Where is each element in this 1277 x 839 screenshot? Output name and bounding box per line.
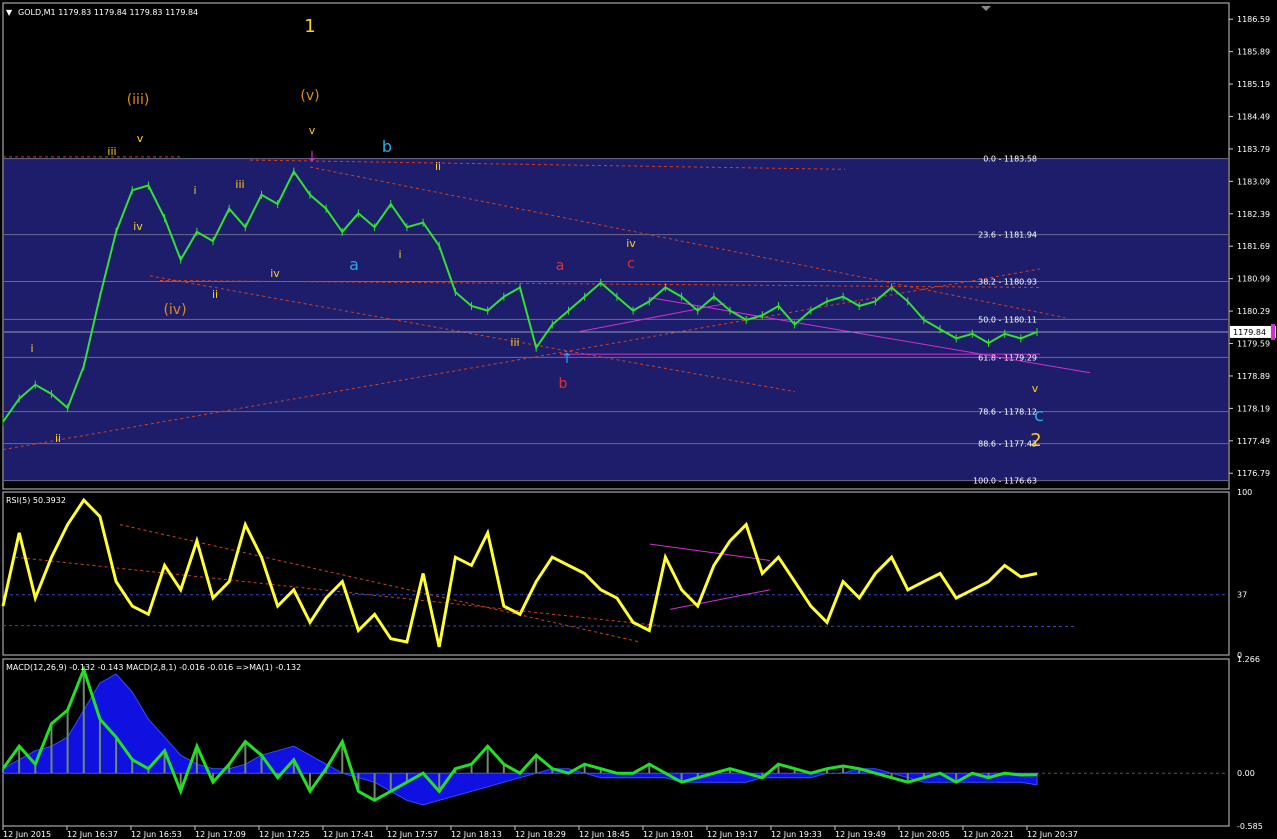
wave-label: c <box>1034 405 1044 426</box>
price-axis-label: 1184.49 <box>1237 113 1270 122</box>
time-axis-label: 12 Jun 19:33 <box>771 830 822 839</box>
wave-label: b <box>382 137 392 156</box>
price-axis-label: 1185.19 <box>1237 80 1270 89</box>
time-axis-label: 12 Jun 19:49 <box>835 830 886 839</box>
rsi-axis-label: 37 <box>1237 591 1247 600</box>
price-axis-label: 1179.59 <box>1237 340 1270 349</box>
time-axis-label: 12 Jun 17:09 <box>195 830 246 839</box>
wave-label: iii <box>107 145 116 158</box>
time-axis-label: 12 Jun 19:01 <box>643 830 694 839</box>
time-axis-label: 12 Jun 20:21 <box>963 830 1014 839</box>
time-axis-label: 12 Jun 19:17 <box>707 830 758 839</box>
symbol-label: GOLD,M1 1179.83 1179.84 1179.83 1179.84 <box>18 8 198 17</box>
rsi-axis-label: 100 <box>1237 488 1252 497</box>
wave-label: i <box>193 184 196 197</box>
time-axis-label: 12 Jun 16:37 <box>67 830 118 839</box>
wave-label: iv <box>133 220 143 233</box>
wave-label: ii <box>55 432 61 445</box>
rsi-label: RSI(5) 50.3932 <box>6 496 66 505</box>
wave-label: i <box>30 342 33 355</box>
wave-label: ii <box>435 160 441 173</box>
price-axis-label: 1186.59 <box>1237 15 1270 24</box>
wave-label: iv <box>626 237 636 250</box>
price-axis-label: 1183.79 <box>1237 145 1270 154</box>
macd-axis-label: 1.266 <box>1237 655 1260 664</box>
price-axis-label: 1185.89 <box>1237 48 1270 57</box>
price-axis-label: 1180.29 <box>1237 307 1270 316</box>
high-arrow-icon: ↓ <box>306 149 318 165</box>
price-axis-label: 1181.69 <box>1237 242 1270 251</box>
fib-level-label: 100.0 - 1176.63 <box>973 477 1037 486</box>
time-axis-label: 12 Jun 17:25 <box>259 830 310 839</box>
wave-label: 2 <box>1030 430 1041 451</box>
wave-label: iii <box>510 336 519 349</box>
price-axis-label: 1183.09 <box>1237 177 1270 186</box>
wave-label: ii <box>212 288 218 301</box>
wave-label: a <box>349 255 359 274</box>
time-axis-label: 12 Jun 16:53 <box>131 830 182 839</box>
wave-label: (v) <box>300 88 319 104</box>
price-axis-label: 1180.99 <box>1237 275 1270 284</box>
price-axis-label: 1178.89 <box>1237 372 1270 381</box>
price-axis-label: 1182.39 <box>1237 210 1270 219</box>
wave-label: (iii) <box>127 92 150 108</box>
macd-axis-label: 0.00 <box>1237 769 1255 778</box>
time-axis-label: 12 Jun 18:13 <box>451 830 502 839</box>
chart-canvas[interactable]: 0.0 - 1183.58 23.6 - 1181.94 38.2 - 1180.9… <box>0 0 1277 839</box>
wave-label: v <box>1032 382 1039 395</box>
wave-label: c <box>627 256 635 272</box>
fib-level-label: 50.0 - 1180.11 <box>978 315 1037 324</box>
current-price-marker <box>1271 323 1275 340</box>
wave-label: b <box>559 376 568 392</box>
time-axis-label: 12 Jun 20:37 <box>1027 830 1078 839</box>
time-axis-label: 12 Jun 2015 <box>3 830 51 839</box>
time-axis-label: 12 Jun 18:29 <box>515 830 566 839</box>
wave-label: iii <box>235 178 244 191</box>
price-axis-label: 1177.49 <box>1237 437 1270 446</box>
time-axis-label: 12 Jun 18:45 <box>579 830 630 839</box>
wave-label: v <box>309 124 316 137</box>
low-arrow-icon: ↑ <box>561 351 573 367</box>
wave-label: i <box>398 248 401 261</box>
price-axis-label: 1176.79 <box>1237 469 1270 478</box>
wave-label: 1 <box>304 16 315 37</box>
fib-level-label: 88.6 - 1177.43 <box>978 440 1037 449</box>
fib-level-label: 0.0 - 1183.58 <box>983 155 1037 164</box>
fib-level-label: 78.6 - 1178.12 <box>978 408 1037 417</box>
time-axis-label: 12 Jun 17:57 <box>387 830 438 839</box>
wave-label: (iv) <box>163 302 186 318</box>
macd-pane <box>2 658 1230 827</box>
collapse-triangle-icon[interactable]: ▼ <box>6 8 13 17</box>
fib-level-label: 38.2 - 1180.93 <box>978 277 1037 286</box>
macd-axis-label: -0.585 <box>1237 822 1263 831</box>
time-axis-label: 12 Jun 17:41 <box>323 830 374 839</box>
wave-label: a <box>556 258 565 274</box>
time-axis-label: 12 Jun 20:05 <box>899 830 950 839</box>
current-price-tag-text: 1179.84 <box>1233 328 1266 337</box>
price-axis-label: 1178.19 <box>1237 404 1270 413</box>
wave-label: v <box>137 132 144 145</box>
macd-label: MACD(12,26,9) -0.132 -0.143 MACD(2,8,1) … <box>6 663 301 672</box>
wave-label: iv <box>270 267 280 280</box>
fib-level-label: 23.6 - 1181.94 <box>978 231 1037 240</box>
